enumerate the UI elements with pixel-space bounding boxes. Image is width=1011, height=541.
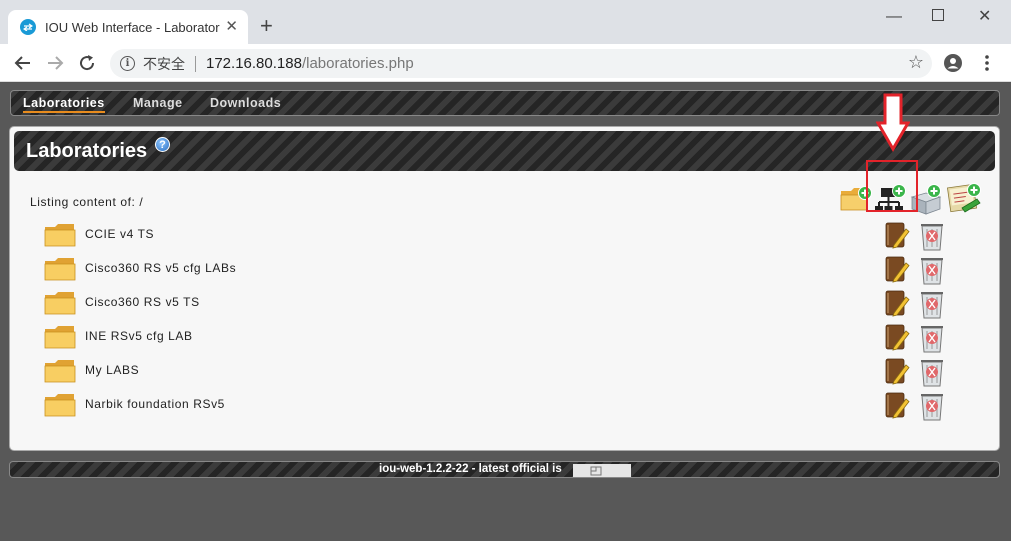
import-icon[interactable]	[946, 181, 982, 222]
back-arrow-icon	[14, 56, 30, 70]
folder-name[interactable]: CCIE v4 TS	[85, 227, 154, 241]
highlight-box	[866, 160, 918, 212]
url-path: /laboratories.php	[301, 55, 414, 72]
list-item[interactable]: INE RSv5 cfg LAB	[44, 323, 943, 356]
folder-icon	[44, 291, 76, 320]
kebab-menu-icon	[985, 55, 989, 71]
trash-icon[interactable]	[918, 221, 946, 256]
folder-name[interactable]: Cisco360 RS v5 TS	[85, 295, 200, 309]
page-content: Laboratories Manage Downloads Laboratori…	[0, 83, 1011, 541]
menu-downloads[interactable]: Downloads	[210, 96, 281, 110]
browser-menu-button[interactable]	[976, 52, 998, 74]
folder-name[interactable]: Narbik foundation RSv5	[85, 397, 225, 411]
list-item[interactable]: Cisco360 RS v5 TS	[44, 289, 943, 322]
page-title: Laboratories	[26, 140, 148, 162]
folder-icon	[44, 359, 76, 388]
folder-icon	[44, 257, 76, 286]
browser-toolbar: i 不安全 172.16.80.188 /laboratories.php ☆	[0, 44, 1011, 82]
menu-manage[interactable]: Manage	[133, 96, 183, 110]
version-footer: iou-web-1.2.2-22 - latest official is	[9, 461, 1000, 478]
help-icon[interactable]: ?	[155, 137, 170, 152]
menu-laboratories[interactable]: Laboratories	[23, 96, 105, 113]
folder-icon	[44, 393, 76, 422]
trash-icon[interactable]	[918, 357, 946, 392]
list-item[interactable]: Cisco360 RS v5 cfg LABs	[44, 255, 943, 288]
edit-notebook-icon[interactable]	[884, 221, 910, 254]
tab-title: IOU Web Interface - Laboratories	[45, 19, 220, 35]
list-item[interactable]: CCIE v4 TS	[44, 221, 943, 254]
panel-header: Laboratories ?	[14, 131, 995, 171]
security-label: 不安全	[143, 56, 185, 73]
folder-name[interactable]: Cisco360 RS v5 cfg LABs	[85, 261, 236, 275]
browser-tabstrip: IOU Web Interface - Laboratories ✕ + — ✕	[0, 0, 1011, 44]
forward-arrow-icon	[48, 56, 64, 70]
minimize-button[interactable]: —	[886, 8, 902, 26]
tab-close-icon[interactable]: ✕	[225, 19, 238, 35]
close-window-button[interactable]: ✕	[978, 8, 991, 26]
list-item[interactable]: My LABS	[44, 357, 943, 390]
listing-label: Listing content of: /	[30, 195, 144, 209]
back-button[interactable]	[12, 52, 34, 74]
address-separator	[195, 55, 196, 72]
folder-name[interactable]: INE RSv5 cfg LAB	[85, 329, 193, 343]
folder-name[interactable]: My LABS	[85, 363, 139, 377]
edit-notebook-icon[interactable]	[884, 391, 910, 424]
cisco-favicon-icon	[20, 19, 36, 35]
url-host: 172.16.80.188	[206, 55, 302, 72]
edit-notebook-icon[interactable]	[884, 357, 910, 390]
version-text: iou-web-1.2.2-22 - latest official is	[379, 463, 562, 475]
address-bar[interactable]: i 不安全 172.16.80.188 /laboratories.php ☆	[110, 49, 932, 78]
latest-version-badge	[573, 464, 631, 477]
browser-tab[interactable]: IOU Web Interface - Laboratories ✕	[8, 10, 248, 44]
account-icon	[944, 54, 962, 72]
edit-notebook-icon[interactable]	[884, 323, 910, 356]
account-button[interactable]	[942, 52, 964, 74]
folder-icon	[44, 223, 76, 252]
edit-notebook-icon[interactable]	[884, 255, 910, 288]
annotation-arrow-icon	[875, 93, 911, 158]
bookmark-star-icon[interactable]: ☆	[908, 52, 924, 73]
new-tab-button[interactable]: +	[260, 15, 273, 37]
reload-icon	[80, 55, 95, 71]
trash-icon[interactable]	[918, 391, 946, 426]
info-icon[interactable]: i	[120, 56, 135, 71]
forward-button[interactable]	[44, 52, 66, 74]
reload-button[interactable]	[76, 52, 98, 74]
folder-icon	[44, 325, 76, 354]
broken-image-icon	[590, 466, 602, 476]
laboratories-panel: Laboratories ? Listing content of: / CCI…	[9, 93, 1000, 451]
list-item[interactable]: Narbik foundation RSv5	[44, 391, 943, 424]
trash-icon[interactable]	[918, 289, 946, 324]
main-menu: Laboratories Manage Downloads	[10, 90, 1000, 116]
edit-notebook-icon[interactable]	[884, 289, 910, 322]
trash-icon[interactable]	[918, 323, 946, 358]
trash-icon[interactable]	[918, 255, 946, 290]
maximize-button[interactable]	[932, 9, 944, 21]
